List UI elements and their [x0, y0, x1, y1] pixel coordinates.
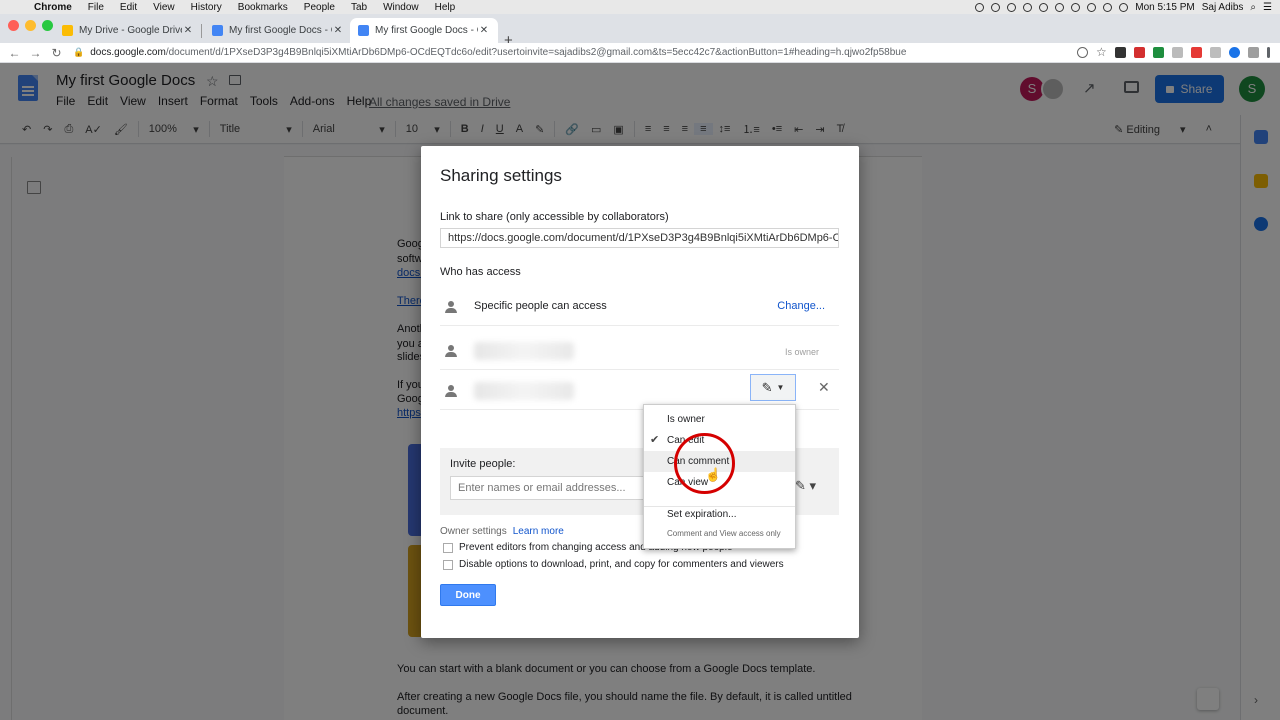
menu-tab[interactable]: Tab	[343, 2, 375, 13]
url-domain: docs.google.com	[90, 47, 166, 58]
menu-item-is-owner[interactable]: Is owner	[644, 409, 795, 430]
learn-more-link[interactable]: Learn more	[513, 526, 564, 537]
window-controls	[8, 20, 53, 31]
blurred-user-info	[474, 382, 574, 400]
tab-google-docs-1[interactable]: My first Google Docs - Google ✕	[204, 18, 352, 43]
extension-icons: ☆	[1067, 46, 1280, 58]
who-has-access-label: Who has access	[440, 266, 521, 278]
menu-edit[interactable]: Edit	[112, 2, 145, 13]
tab-my-drive[interactable]: My Drive - Google Drive ✕	[54, 18, 202, 43]
people-icon	[445, 301, 457, 313]
extension-icon[interactable]	[1229, 47, 1240, 58]
forward-icon[interactable]: →	[25, 46, 46, 60]
extension-icon[interactable]	[1153, 47, 1164, 58]
blurred-user-info	[474, 342, 574, 360]
bookmark-star-icon[interactable]: ☆	[1096, 46, 1107, 58]
expiration-note: Comment and View access only	[667, 529, 781, 538]
collaborator-row-owner: Is owner	[440, 332, 839, 370]
extension-icon[interactable]	[1191, 47, 1202, 58]
tab-title: My first Google Docs - Google	[229, 25, 332, 36]
close-tab-icon[interactable]: ✕	[478, 25, 490, 36]
zoom-icon[interactable]	[1077, 47, 1088, 58]
share-link-field[interactable]: https://docs.google.com/document/d/1PXse…	[440, 228, 839, 248]
dialog-title: Sharing settings	[440, 166, 562, 185]
permission-dropdown-button[interactable]: ✎ ▼	[750, 374, 796, 401]
remove-collaborator-icon[interactable]: ✕	[818, 379, 830, 396]
extension-icon[interactable]	[1172, 47, 1183, 58]
done-button[interactable]: Done	[440, 584, 496, 606]
owner-settings: Owner settings Learn more	[440, 526, 564, 537]
extension-icon[interactable]	[1134, 47, 1145, 58]
pencil-icon: ✎	[761, 379, 773, 395]
link-label: Link to share (only accessible by collab…	[440, 211, 669, 223]
status-icon[interactable]	[1055, 2, 1065, 12]
extension-icon[interactable]	[1248, 47, 1259, 58]
invite-label: Invite people:	[450, 458, 516, 470]
status-icon[interactable]	[1039, 2, 1049, 12]
address-bar[interactable]: 🔒 docs.google.com/document/d/1PXseD3P3g4…	[73, 44, 1067, 61]
hand-cursor-icon: ☝	[705, 467, 722, 482]
status-icon[interactable]	[1007, 2, 1017, 12]
tab-google-docs-2[interactable]: My first Google Docs - Google ✕	[350, 18, 498, 43]
disable-download-option[interactable]: Disable options to download, print, and …	[443, 559, 784, 570]
back-icon[interactable]: ←	[4, 46, 25, 60]
status-icon[interactable]	[1071, 2, 1081, 12]
tab-title: My first Google Docs - Google	[375, 25, 478, 36]
maximize-window-button[interactable]	[42, 20, 53, 31]
checkmark-icon: ✔	[650, 434, 660, 446]
close-window-button[interactable]	[8, 20, 19, 31]
address-row: ← → ↻ 🔒 docs.google.com/document/d/1PXse…	[0, 43, 1280, 63]
menu-bookmarks[interactable]: Bookmarks	[230, 2, 296, 13]
owner-settings-label: Owner settings	[440, 526, 507, 537]
close-tab-icon[interactable]: ✕	[332, 25, 344, 36]
access-level-text: Specific people can access	[474, 300, 607, 312]
person-icon	[445, 345, 457, 357]
macos-menu-bar: Chrome File Edit View History Bookmarks …	[0, 0, 1280, 14]
tab-title: My Drive - Google Drive	[79, 25, 182, 36]
status-area: Mon 5:15 PM Saj Adibs ⌕ ☰	[975, 2, 1280, 13]
extension-icon[interactable]	[1210, 47, 1221, 58]
owner-label: Is owner	[784, 347, 819, 357]
status-icon[interactable]	[1023, 2, 1033, 12]
disable-download-checkbox[interactable]	[443, 559, 453, 570]
menu-people[interactable]: People	[296, 2, 343, 13]
battery-icon[interactable]	[1119, 2, 1129, 12]
url-path: /document/d/1PXseD3P3g4B9Bnlqi5iXMtiArDb…	[165, 47, 907, 58]
lock-icon[interactable]: 🔒	[73, 47, 84, 58]
menu-history[interactable]: History	[183, 2, 230, 13]
menu-item-set-expiration[interactable]: Set expiration...	[644, 504, 795, 525]
wifi-icon[interactable]	[1087, 2, 1097, 12]
more-icon[interactable]	[1267, 47, 1270, 58]
spotlight-icon[interactable]: ⌕	[1250, 2, 1256, 13]
status-icon[interactable]	[975, 2, 985, 12]
status-icon[interactable]	[991, 2, 1001, 12]
person-icon	[445, 385, 457, 397]
access-level-row: Specific people can access Change...	[440, 288, 839, 326]
chevron-down-icon: ▼	[776, 383, 785, 392]
reload-icon[interactable]: ↻	[46, 46, 67, 60]
drive-icon	[62, 25, 73, 36]
highlight-circle	[674, 433, 735, 494]
prevent-editors-checkbox[interactable]	[443, 542, 453, 553]
minimize-window-button[interactable]	[25, 20, 36, 31]
clock[interactable]: Mon 5:15 PM	[1135, 2, 1194, 13]
checkbox-label: Disable options to download, print, and …	[459, 559, 784, 570]
list-icon[interactable]: ☰	[1263, 2, 1272, 13]
sharing-settings-dialog: Sharing settings Link to share (only acc…	[421, 146, 859, 638]
menu-help[interactable]: Help	[427, 2, 464, 13]
change-access-link[interactable]: Change...	[777, 300, 825, 312]
docs-icon	[212, 25, 223, 36]
extension-icon[interactable]	[1115, 47, 1126, 58]
menu-view[interactable]: View	[145, 2, 183, 13]
menu-file[interactable]: File	[80, 2, 112, 13]
menu-window[interactable]: Window	[375, 2, 427, 13]
close-tab-icon[interactable]: ✕	[182, 25, 194, 36]
volume-icon[interactable]	[1103, 2, 1113, 12]
browser-tab-strip: My Drive - Google Drive ✕ My first Googl…	[0, 14, 1280, 49]
app-menu[interactable]: Chrome	[26, 2, 80, 13]
invite-permission-icon[interactable]: ✎ ▾	[795, 478, 816, 494]
docs-icon	[358, 25, 369, 36]
user-name[interactable]: Saj Adibs	[1202, 2, 1244, 13]
